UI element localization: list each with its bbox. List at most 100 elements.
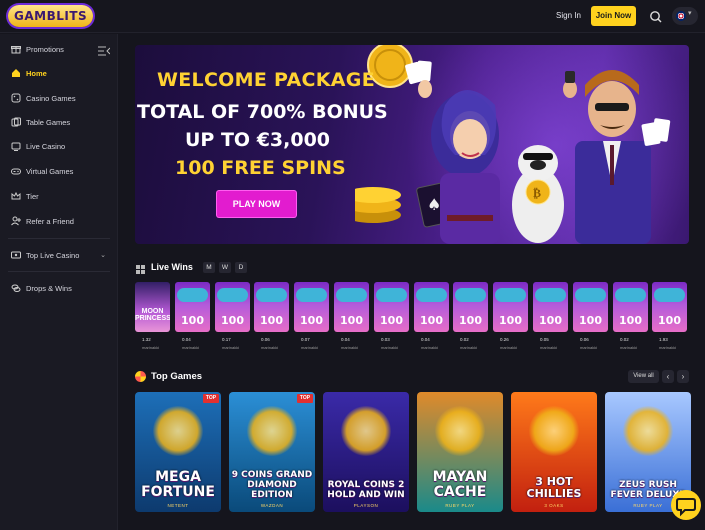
chevron-down-icon: ▾ — [688, 10, 692, 17]
game-art — [623, 406, 673, 456]
sidebar-item-tier[interactable]: Tier — [0, 185, 118, 207]
welcome-banner[interactable]: ♠ ₿ WELCOME PACKAGE TOTAL OF 700% BONUS … — [135, 45, 689, 244]
win-game-card[interactable]: MOON PRINCESS — [135, 282, 170, 332]
sidebar-item-label: Promotions — [26, 44, 64, 54]
win-game-card[interactable]: 100 — [573, 282, 608, 332]
game-logo — [575, 288, 606, 302]
home-icon — [11, 68, 21, 78]
search-icon[interactable] — [647, 8, 665, 26]
win-username: marinakki — [500, 345, 518, 350]
top-games-icon — [135, 371, 146, 382]
banner-headline: WELCOME PACKAGE — [157, 69, 375, 91]
prev-arrow-button[interactable]: ‹ — [662, 370, 674, 383]
win-amount: 0.07 — [301, 337, 310, 342]
sidebar-item-label: Refer a Friend — [26, 216, 74, 226]
banner-amount-text: UP TO €3,000 — [185, 129, 331, 151]
sidebar-item-table-games[interactable]: Table Games — [0, 111, 118, 133]
language-selector[interactable]: ▾ — [672, 7, 698, 25]
chat-bubble-icon[interactable] — [671, 490, 701, 520]
win-game-card[interactable]: 100 — [294, 282, 329, 332]
win-game-card[interactable]: 100 — [533, 282, 568, 332]
join-now-button[interactable]: Join Now — [591, 6, 636, 26]
win-game-card[interactable]: 100 — [613, 282, 648, 332]
sidebar-item-home[interactable]: Home — [0, 62, 118, 84]
game-logo — [376, 288, 407, 302]
game-provider: RUBY PLAY — [445, 503, 475, 508]
filter-month[interactable]: M — [203, 262, 215, 273]
win-game-card[interactable]: 100 — [453, 282, 488, 332]
game-title: 9 COINS GRAND DIAMOND EDITION — [231, 470, 313, 500]
game-tile[interactable]: MEGA FORTUNE NETENT TOP — [135, 392, 221, 512]
sidebar-item-casino-games[interactable]: Casino Games — [0, 87, 118, 109]
win-username: marinakki — [341, 345, 359, 350]
sidebar-item-live-casino[interactable]: Live Casino — [0, 135, 118, 157]
game-art — [435, 406, 485, 456]
sign-in-link[interactable]: Sign In — [556, 8, 581, 24]
next-arrow-button[interactable]: › — [677, 370, 689, 383]
win-username: marinakki — [460, 345, 478, 350]
game-tile[interactable]: MAYAN CACHE RUBY PLAY — [417, 392, 503, 512]
win-amount: 0.04 — [421, 337, 430, 342]
game-art — [247, 406, 297, 456]
win-amount: 1.93 — [659, 337, 668, 342]
game-logo — [416, 288, 447, 302]
win-game-card[interactable]: 100 — [414, 282, 449, 332]
gift-icon — [11, 44, 21, 54]
game-title: 100 — [579, 314, 602, 327]
sidebar-divider — [8, 238, 110, 239]
win-username: marinakki — [222, 345, 240, 350]
filter-day[interactable]: D — [235, 262, 247, 273]
sidebar-item-virtual-games[interactable]: Virtual Games — [0, 160, 118, 182]
game-tile[interactable]: 9 COINS GRAND DIAMOND EDITION WAZDAN TOP — [229, 392, 315, 512]
win-amount: 0.17 — [222, 337, 231, 342]
site-logo[interactable]: GAMBLITS — [8, 5, 94, 27]
win-game-card[interactable]: 100 — [334, 282, 369, 332]
game-logo — [615, 288, 646, 302]
sidebar-item-label: Table Games — [26, 117, 71, 127]
sidebar-item-label: Top Live Casino — [26, 250, 80, 260]
top-badge: TOP — [297, 394, 313, 403]
play-now-button[interactable]: PLAY NOW — [217, 191, 296, 217]
game-logo — [535, 288, 566, 302]
game-tile[interactable]: ROYAL COINS 2 HOLD AND WIN PLAYSON — [323, 392, 409, 512]
win-amount: 1.32 — [142, 337, 151, 342]
game-title: MOON PRINCESS — [135, 308, 170, 322]
sidebar-item-refer-a-friend[interactable]: Refer a Friend — [0, 210, 118, 232]
win-game-card[interactable]: 100 — [254, 282, 289, 332]
win-game-card[interactable]: 100 — [215, 282, 250, 332]
game-logo — [177, 288, 208, 302]
filter-week[interactable]: W — [219, 262, 231, 273]
sidebar: Promotions Home Casino Games Table Games… — [0, 34, 118, 530]
sidebar-item-promotions[interactable]: Promotions — [0, 38, 118, 60]
win-amount: 0.06 — [580, 337, 589, 342]
view-all-button[interactable]: View all — [628, 370, 659, 383]
game-title: 100 — [420, 314, 443, 327]
sidebar-item-top-live-casino[interactable]: Top Live Casino ⌄ — [0, 244, 118, 266]
win-username: marinakki — [421, 345, 439, 350]
game-tile[interactable]: 3 HOT CHILLIES 3 OAKS — [511, 392, 597, 512]
game-logo — [296, 288, 327, 302]
game-title: MAYAN CACHE — [432, 469, 488, 500]
banner-bonus-text: TOTAL OF 700% BONUS — [137, 101, 388, 123]
uk-flag-icon — [676, 11, 686, 21]
win-username: marinakki — [301, 345, 319, 350]
win-amount: 0.04 — [182, 337, 191, 342]
sidebar-divider — [8, 271, 110, 272]
coins-icon — [11, 283, 21, 293]
sidebar-item-label: Home — [26, 68, 47, 78]
win-username: marinakki — [620, 345, 638, 350]
game-title: 100 — [300, 314, 323, 327]
sidebar-item-label: Virtual Games — [26, 166, 74, 176]
top-games-title: Top Games — [151, 371, 203, 382]
live-icon — [11, 250, 21, 260]
win-game-card[interactable]: 100 — [374, 282, 409, 332]
sidebar-item-drops-wins[interactable]: Drops & Wins — [0, 277, 118, 299]
win-username: marinakki — [182, 345, 200, 350]
win-game-card[interactable]: 100 — [652, 282, 687, 332]
win-game-card[interactable]: 100 — [493, 282, 528, 332]
win-game-card[interactable]: 100 — [175, 282, 210, 332]
game-title: 100 — [221, 314, 244, 327]
chevron-down-icon: ⌄ — [100, 252, 106, 259]
sidebar-item-label: Casino Games — [26, 93, 76, 103]
live-wins-title: Live Wins — [151, 262, 193, 272]
